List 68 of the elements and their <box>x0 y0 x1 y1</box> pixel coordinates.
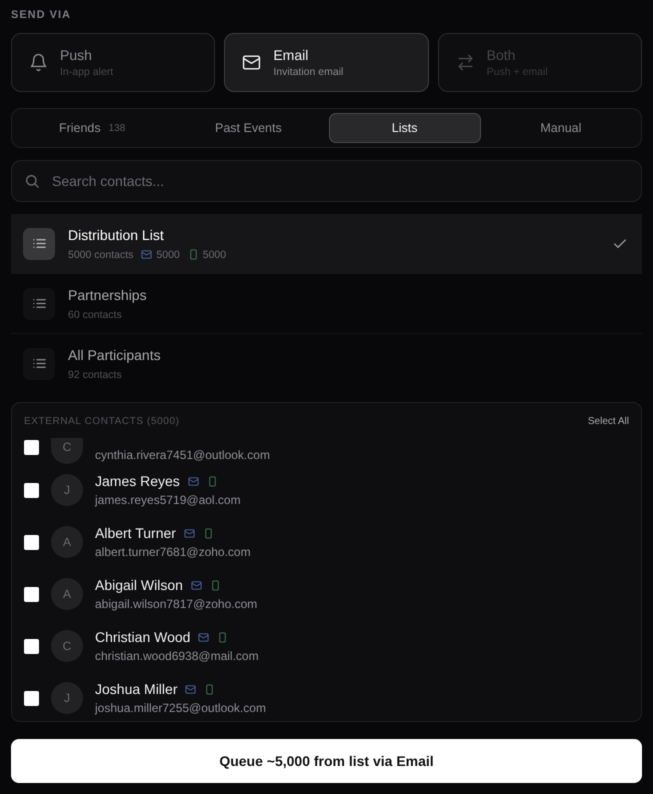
envelope-icon <box>141 249 152 260</box>
contact-name: Abigail Wilson <box>95 577 183 593</box>
envelope-icon <box>198 632 210 642</box>
avatar: A <box>51 578 83 610</box>
envelope-icon <box>185 684 196 694</box>
checkbox[interactable] <box>24 638 39 654</box>
tab[interactable]: Lists <box>328 113 481 143</box>
list-item[interactable]: Distribution List 5000 contacts 5000 5000 <box>11 214 642 274</box>
list-name: Distribution List <box>68 226 165 242</box>
checkbox[interactable] <box>24 534 39 550</box>
list-icon <box>23 288 55 320</box>
contact-count: 5000 contacts <box>68 248 134 260</box>
avatar: C <box>51 630 83 662</box>
tab[interactable]: Manual <box>484 113 637 143</box>
avatar: J <box>51 474 83 506</box>
tab[interactable]: Past Events <box>172 113 324 143</box>
queue-button[interactable]: Queue ~5,000 from list via Email <box>11 739 642 783</box>
tab[interactable]: Friends 138 <box>16 113 168 143</box>
option-subtitle: Invitation email <box>273 66 344 78</box>
checkbox[interactable] <box>24 586 39 602</box>
contact-name: Christian Wood <box>95 629 190 645</box>
arrows-icon <box>456 53 475 72</box>
panel-title: EXTERNAL CONTACTS (5000) <box>24 416 180 426</box>
list-name: All Participants <box>68 346 162 362</box>
phone-icon <box>210 580 221 590</box>
select-all-button[interactable]: Select All <box>588 416 629 426</box>
contact-name: Joshua Miller <box>95 681 178 697</box>
contact-name: James Reyes <box>95 473 180 489</box>
checkbox[interactable] <box>24 440 39 455</box>
phone-icon <box>204 684 216 694</box>
phone-icon <box>217 632 228 642</box>
phone-icon <box>206 476 218 486</box>
checkbox[interactable] <box>24 482 39 498</box>
bell-icon <box>29 53 48 72</box>
channel-option[interactable]: Email Invitation email <box>224 33 429 92</box>
avatar: C <box>51 438 83 464</box>
section-label: SEND VIA <box>11 9 72 23</box>
contact-email: james.reyes5719@aol.com <box>95 493 241 507</box>
list-icon <box>23 348 55 380</box>
list-name: Partnerships <box>68 286 148 302</box>
contact-email: cynthia.rivera7451@outlook.com <box>95 448 270 462</box>
contact-email: albert.turner7681@zoho.com <box>95 545 251 559</box>
email-count: 5000 <box>156 248 180 260</box>
contact-email: joshua.miller7255@outlook.com <box>95 701 266 715</box>
list-item[interactable]: Partnerships 60 contacts <box>11 274 642 334</box>
contact-count: 60 contacts <box>68 308 122 320</box>
phone-icon <box>188 249 199 260</box>
channel-option[interactable]: Push In-app alert <box>11 33 216 92</box>
envelope-icon <box>188 476 199 486</box>
search-field[interactable]: Search contacts... <box>11 160 642 202</box>
contact-name: Albert Turner <box>95 525 176 541</box>
avatar: A <box>51 526 83 558</box>
envelope-icon <box>242 53 262 72</box>
option-subtitle: In-app alert <box>60 66 114 78</box>
list-icon <box>23 228 55 260</box>
envelope-icon <box>190 580 202 590</box>
option-title: Push <box>60 47 93 63</box>
checkbox[interactable] <box>24 690 39 706</box>
envelope-icon <box>184 528 195 538</box>
option-title: Email <box>273 47 310 63</box>
phone-icon <box>202 528 214 538</box>
avatar: J <box>51 682 83 714</box>
list-item[interactable]: All Participants 92 contacts <box>11 334 642 393</box>
phone-count: 5000 <box>202 248 226 260</box>
contact-email: christian.wood6938@mail.com <box>95 649 259 663</box>
contact-email: abigail.wilson7817@zoho.com <box>95 597 258 611</box>
contact-count: 92 contacts <box>68 368 122 380</box>
option-title: Both <box>486 47 516 63</box>
